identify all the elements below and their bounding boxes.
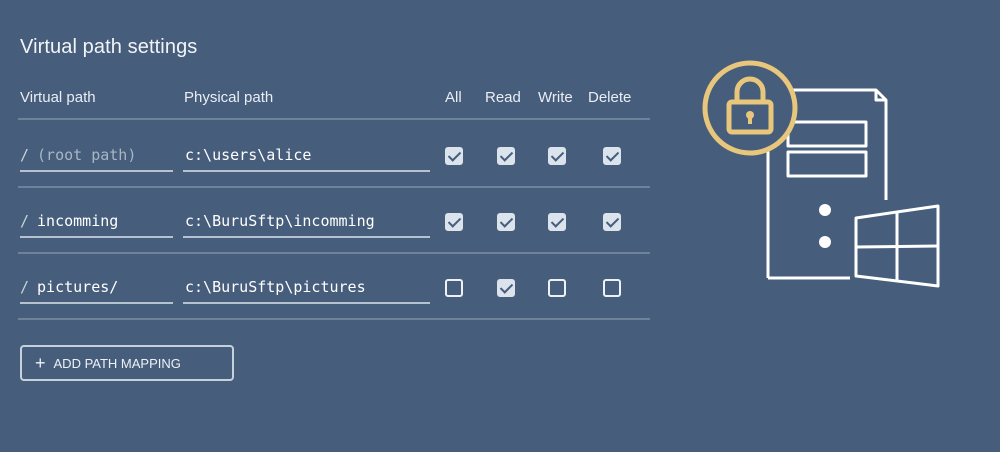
checkbox-read[interactable] (497, 279, 515, 297)
virtual-path-value: incomming (37, 212, 119, 230)
path-mapping-row: / incomming c:\BuruSftp\incomming (0, 186, 660, 252)
virtual-path-settings-panel: Virtual path settings Virtual path Physi… (0, 0, 660, 452)
column-header-delete: Delete (588, 89, 632, 106)
checkbox-write[interactable] (548, 213, 566, 231)
server-illustration (690, 50, 950, 300)
lock-icon (702, 60, 798, 156)
physical-path-input[interactable]: c:\BuruSftp\incomming (185, 212, 430, 232)
column-header-physical-path: Physical path (184, 89, 274, 106)
path-mapping-row: / (root path) c:\users\alice (0, 120, 660, 186)
path-prefix-slash: / (20, 212, 30, 230)
checkbox-delete[interactable] (603, 147, 621, 165)
checkbox-delete[interactable] (603, 279, 621, 297)
virtual-path-input[interactable]: / (root path) (20, 146, 173, 166)
checkbox-all[interactable] (445, 279, 463, 297)
checkbox-all[interactable] (445, 213, 463, 231)
column-header-virtual-path: Virtual path (20, 89, 96, 106)
path-mapping-row: / pictures/ c:\BuruSftp\pictures (0, 252, 660, 318)
virtual-path-value: pictures/ (37, 278, 119, 296)
checkbox-read[interactable] (497, 147, 515, 165)
virtual-path-placeholder: (root path) (37, 146, 137, 164)
checkbox-delete[interactable] (603, 213, 621, 231)
input-underline (20, 236, 173, 238)
add-path-mapping-button[interactable]: + ADD PATH MAPPING (20, 345, 234, 381)
input-underline (20, 170, 173, 172)
add-path-mapping-label: ADD PATH MAPPING (53, 355, 181, 371)
virtual-path-input[interactable]: / incomming (20, 212, 173, 232)
column-header-all: All (445, 89, 462, 106)
input-underline (20, 302, 173, 304)
physical-path-input[interactable]: c:\users\alice (185, 146, 430, 166)
checkbox-write[interactable] (548, 147, 566, 165)
checkbox-read[interactable] (497, 213, 515, 231)
divider (18, 318, 650, 320)
input-underline (183, 302, 430, 304)
path-prefix-slash: / (20, 146, 30, 164)
input-underline (183, 170, 430, 172)
input-underline (183, 236, 430, 238)
path-prefix-slash: / (20, 278, 30, 296)
virtual-path-input[interactable]: / pictures/ (20, 278, 173, 298)
checkbox-write[interactable] (548, 279, 566, 297)
column-header-write: Write (538, 89, 573, 106)
windows-logo-icon (854, 204, 940, 288)
column-header-read: Read (485, 89, 521, 106)
plus-icon: + (35, 353, 46, 373)
physical-path-input[interactable]: c:\BuruSftp\pictures (185, 278, 430, 298)
page-title: Virtual path settings (20, 36, 198, 58)
checkbox-all[interactable] (445, 147, 463, 165)
